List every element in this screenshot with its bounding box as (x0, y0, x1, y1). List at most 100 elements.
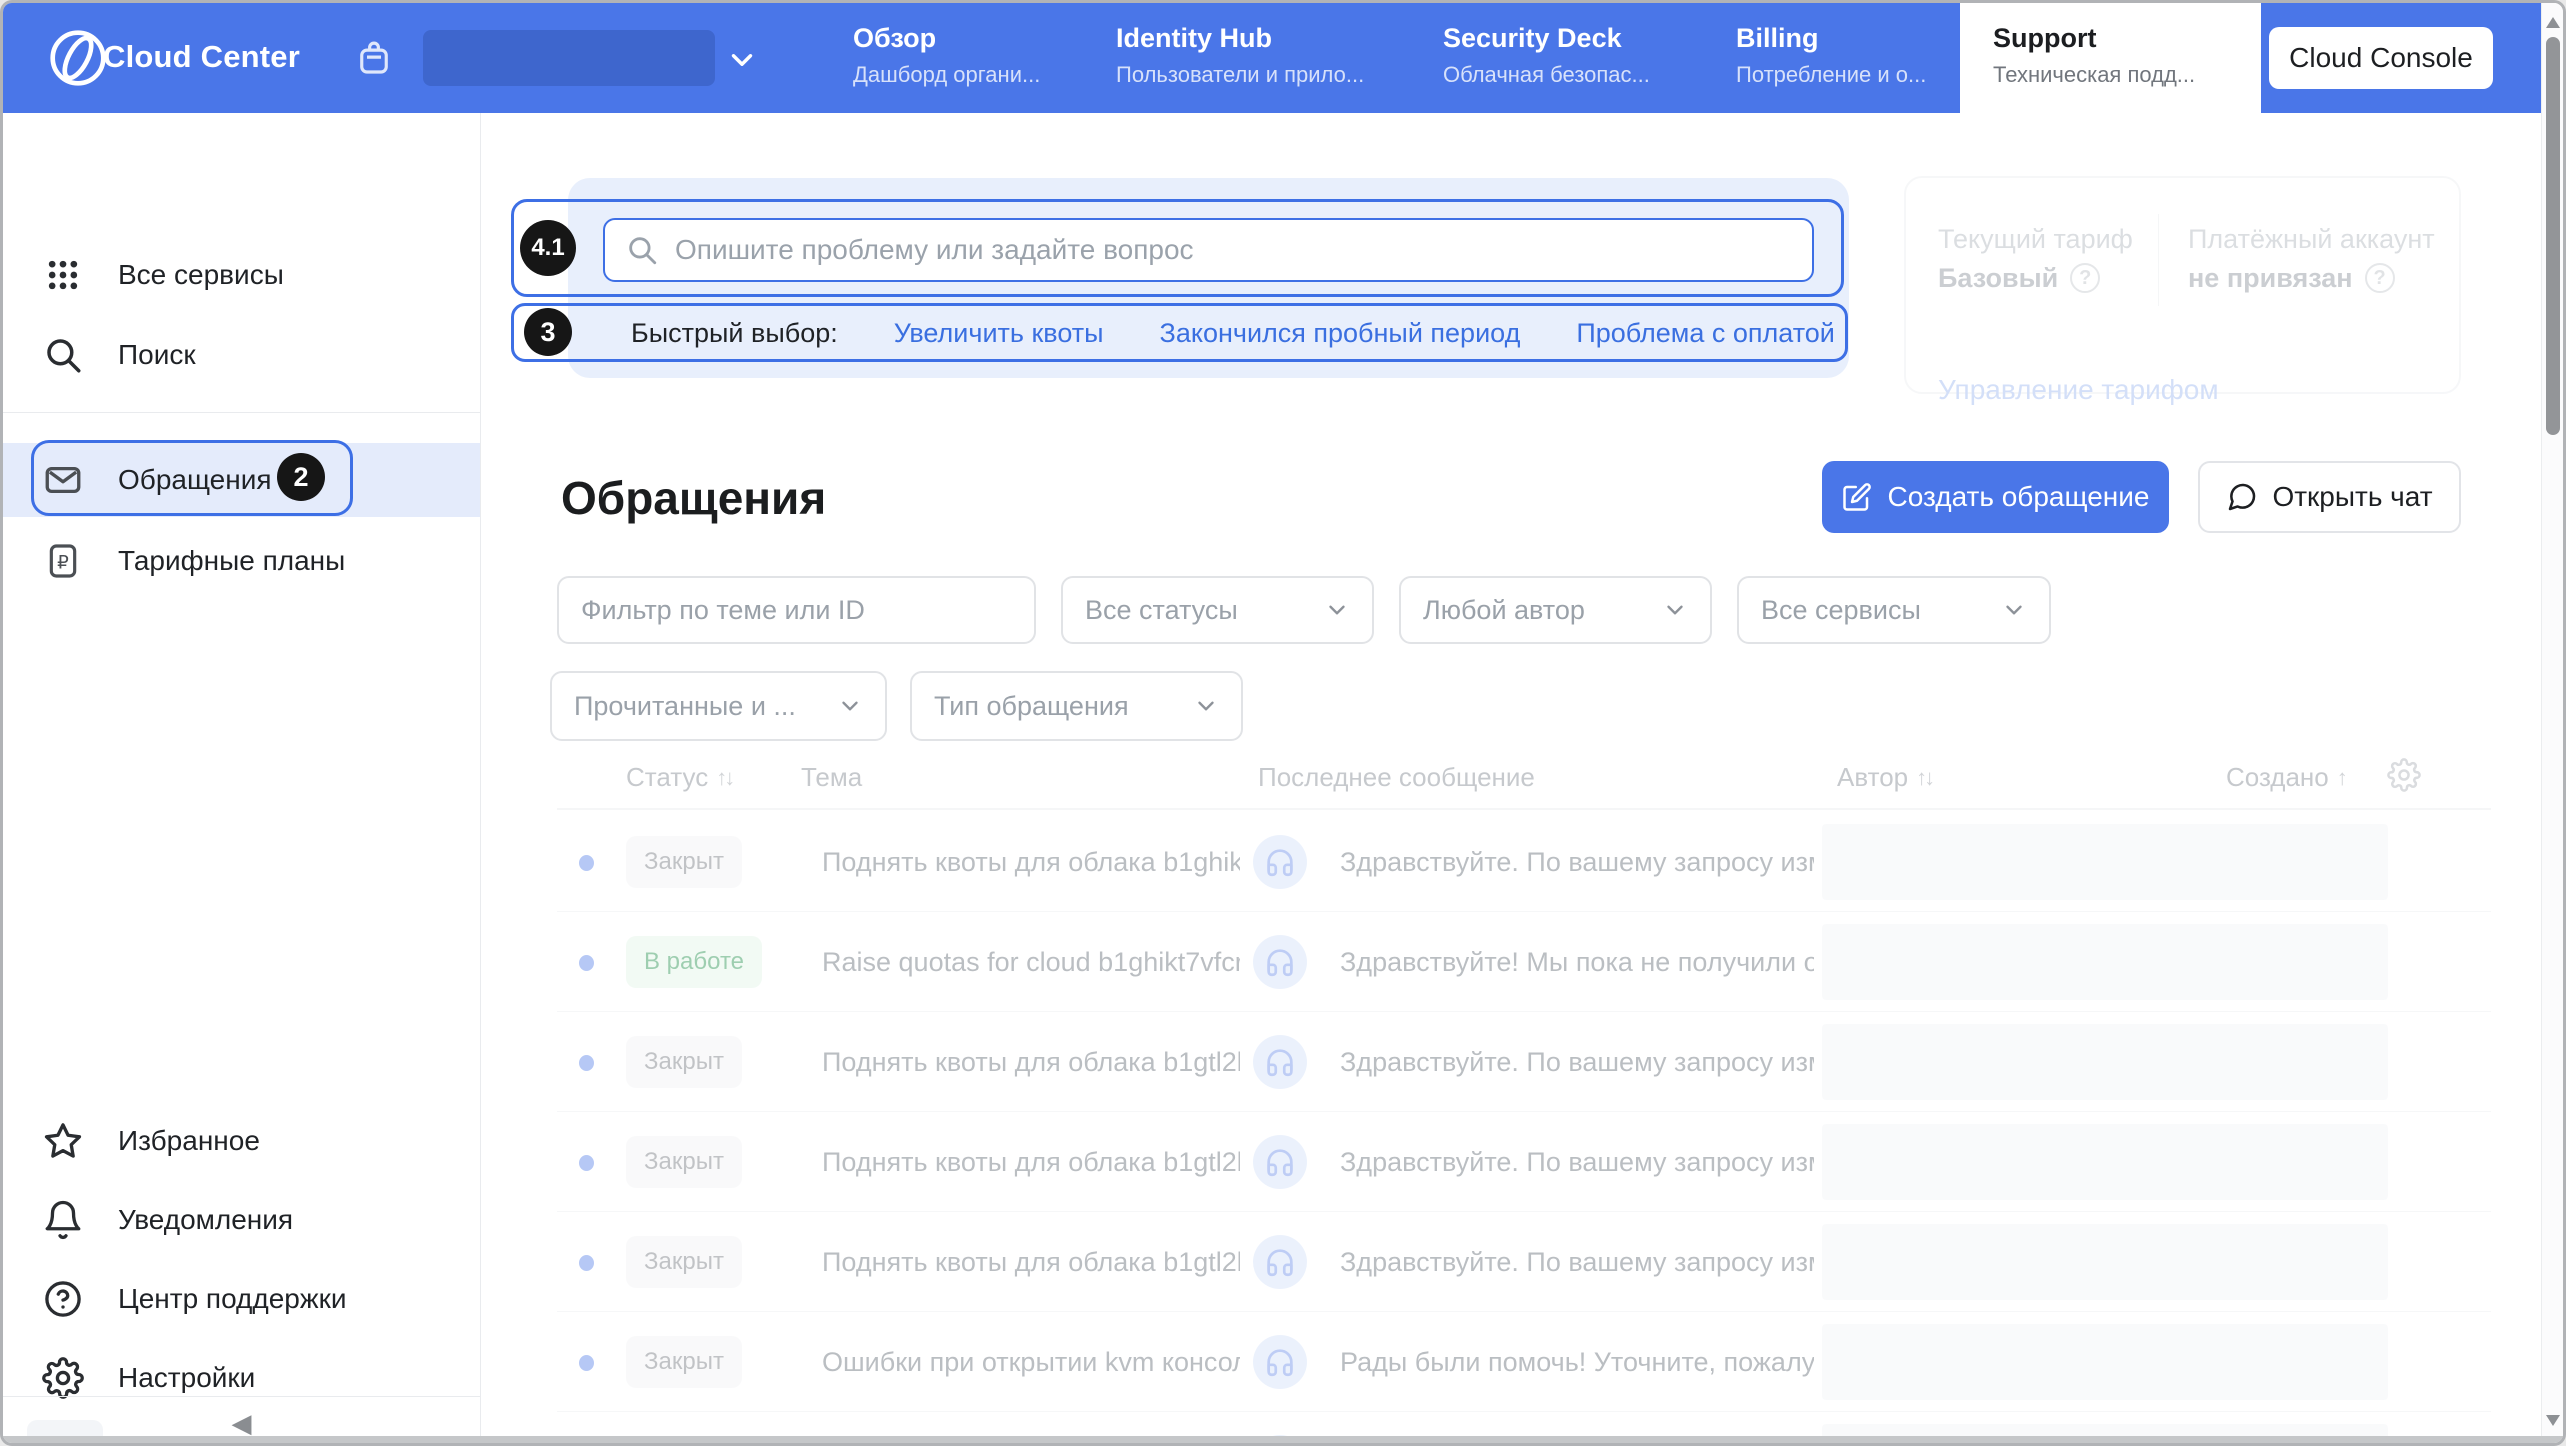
sidebar-item-notifications[interactable]: Уведомления (3, 1184, 480, 1256)
filter-status-dropdown[interactable]: Все статусы (1061, 576, 1374, 644)
filter-read-dropdown[interactable]: Прочитанные и ... (550, 671, 887, 741)
sidebar-item-search[interactable]: Поиск (3, 319, 480, 391)
appeal-topic: Raise quotas for cloud b1ghikt7vfcr (822, 947, 1240, 977)
column-created[interactable]: Создано ↑ (2226, 762, 2348, 793)
sidebar-item-appeals-active[interactable]: Обращения (3, 443, 480, 517)
tab-title: Billing (1736, 23, 1819, 53)
quick-link-trial-ended[interactable]: Закончился пробный период (1160, 318, 1521, 349)
last-message-preview: Рады были помочь! Уточните, пожалуй (1340, 1347, 1814, 1377)
table-row[interactable]: В работе Raise quotas for cloud b1ghikt7… (557, 912, 2491, 1012)
chevron-down-icon (1179, 693, 1219, 719)
top-header-bar: Cloud Center Обзор Дашборд органи... Ide… (3, 3, 2541, 113)
appeal-topic: Поднять квоты для облака b1gtl2k (822, 1047, 1240, 1077)
quick-link-increase-quotas[interactable]: Увеличить квоты (894, 318, 1104, 349)
column-status[interactable]: Статус ↑↓ (626, 762, 735, 793)
tab-support-active[interactable]: Support Техническая подд... (1960, 3, 2261, 113)
browser-window: Cloud Center Обзор Дашборд органи... Ide… (0, 0, 2566, 1446)
table-settings-gear-icon[interactable] (2387, 758, 2421, 792)
chevron-down-icon[interactable] (725, 43, 759, 77)
vertical-scrollbar[interactable] (2541, 3, 2563, 1436)
tab-subtitle: Техническая подд... (1993, 62, 2196, 87)
last-message-preview: Здравствуйте. По вашему запросу изме (1340, 1047, 1814, 1077)
sidebar-item-label: Обращения (118, 464, 272, 495)
gear-icon (39, 1354, 87, 1402)
table-row[interactable]: Закрыт Поднять квоты для облака b1gtl2k … (557, 1412, 2491, 1436)
scroll-down-arrow-icon[interactable] (2546, 1415, 2560, 1426)
sidebar-item-label: Все сервисы (118, 259, 284, 290)
brand-title: Cloud Center (103, 39, 301, 74)
organization-name-blurred[interactable] (423, 30, 715, 86)
open-chat-button[interactable]: Открыть чат (2198, 461, 2461, 533)
column-last-message[interactable]: Последнее сообщение (1258, 762, 1535, 793)
tab-title: Support (1993, 23, 2097, 53)
quick-link-payment-problem[interactable]: Проблема с оплатой (1576, 318, 1835, 349)
table-rows: Закрыт Поднять квоты для облака b1ghikt … (557, 812, 2491, 1436)
unread-dot-icon (579, 1155, 594, 1171)
table-row[interactable]: Закрыт Поднять квоты для облака b1ghikt … (557, 812, 2491, 912)
sidebar-item-label: Уведомления (118, 1204, 294, 1235)
unread-dot-icon (579, 1355, 594, 1371)
sort-up-icon[interactable]: ↑ (2337, 765, 2348, 791)
sidebar-item-label: Избранное (118, 1125, 260, 1156)
unread-dot-icon (579, 1055, 594, 1071)
scrollbar-thumb[interactable] (2546, 37, 2560, 435)
chevron-down-icon (1987, 597, 2027, 623)
last-message-preview: Здравствуйте. По вашему запросу изме (1340, 1147, 1814, 1177)
sidebar-item-pricing-plans[interactable]: ₽ Тарифные планы (3, 525, 480, 597)
table-row[interactable]: Закрыт Поднять квоты для облака b1gtl2k … (557, 1212, 2491, 1312)
tab-overview[interactable]: Обзор Дашборд органи... (853, 3, 1040, 113)
column-label: Статус (626, 762, 709, 792)
tab-subtitle: Потребление и о... (1736, 62, 1927, 87)
grid-icon (39, 251, 87, 299)
tab-subtitle: Облачная безопас... (1443, 62, 1650, 87)
manage-tariff-link[interactable]: Управление тарифом (1938, 374, 2219, 406)
sidebar-item-settings[interactable]: Настройки (3, 1342, 480, 1414)
chevron-down-icon (1648, 597, 1688, 623)
tab-identity-hub[interactable]: Identity Hub Пользователи и прило... (1116, 3, 1364, 113)
filter-topic-input[interactable]: Фильтр по теме или ID (557, 576, 1036, 644)
filter-author-dropdown[interactable]: Любой автор (1399, 576, 1712, 644)
create-appeal-label: Создать обращение (1887, 481, 2150, 512)
tab-subtitle: Пользователи и прило... (1116, 62, 1365, 87)
tab-security-deck[interactable]: Security Deck Облачная безопас... (1443, 3, 1650, 113)
table-row[interactable]: Закрыт Поднять квоты для облака b1gtl2k … (557, 1112, 2491, 1212)
tab-subtitle: Дашборд органи... (853, 62, 1041, 87)
scroll-up-arrow-icon[interactable] (2546, 17, 2560, 28)
help-circle-icon[interactable]: ? (2070, 263, 2101, 293)
billing-account-label: Платёжный аккаунт (2188, 224, 2435, 254)
appeals-table: Статус ↑↓ Тема Последнее сообщение Автор… (481, 748, 2541, 1436)
table-row[interactable]: Закрыт Поднять квоты для облака b1gtl2k … (557, 1012, 2491, 1112)
column-author[interactable]: Автор ↑↓ (1837, 762, 1935, 793)
author-created-blurred (1822, 1024, 2388, 1100)
left-sidebar: Все сервисы Поиск Обращения ₽ Тарифные п… (3, 113, 481, 1443)
support-search-input[interactable]: Опишите проблему или задайте вопрос (603, 218, 1814, 282)
help-circle-icon[interactable]: ? (2364, 263, 2395, 293)
tab-billing[interactable]: Billing Потребление и о... (1736, 3, 1926, 113)
unread-dot-icon (579, 855, 594, 871)
sidebar-item-support-center[interactable]: Центр поддержки (3, 1263, 480, 1335)
search-icon (39, 331, 87, 379)
sidebar-item-label: Тарифные планы (118, 545, 346, 576)
column-label: Создано (2226, 762, 2329, 792)
sort-icon[interactable]: ↑↓ (716, 765, 735, 791)
last-message-preview: Здравствуйте. По вашему запросу изме (1340, 1247, 1814, 1277)
cloud-console-button[interactable]: Cloud Console (2269, 27, 2493, 89)
page-title: Обращения (561, 472, 827, 524)
edit-icon (1842, 482, 1872, 512)
sidebar-item-all-services[interactable]: Все сервисы (3, 239, 480, 311)
open-chat-label: Открыть чат (2272, 481, 2433, 512)
quick-select-label: Быстрый выбор: (631, 317, 838, 348)
tab-title: Security Deck (1443, 23, 1622, 53)
filter-type-dropdown[interactable]: Тип обращения (910, 671, 1243, 741)
unread-dot-icon (579, 1255, 594, 1271)
sort-icon[interactable]: ↑↓ (1916, 765, 1935, 791)
support-headset-avatar-icon (1253, 1235, 1307, 1289)
filter-service-dropdown[interactable]: Все сервисы (1737, 576, 2051, 644)
create-appeal-button[interactable]: Создать обращение (1822, 461, 2169, 533)
sidebar-item-favorites[interactable]: Избранное (3, 1105, 480, 1177)
quick-select-row: Быстрый выбор: Увеличить квоты Закончилс… (631, 305, 1835, 361)
main-content: Опишите проблему или задайте вопрос Быст… (481, 113, 2541, 1436)
table-row[interactable]: Закрыт Ошибки при открытии kvm консол Ра… (557, 1312, 2491, 1412)
status-badge: Закрыт (626, 1136, 742, 1188)
column-topic[interactable]: Тема (801, 762, 862, 793)
